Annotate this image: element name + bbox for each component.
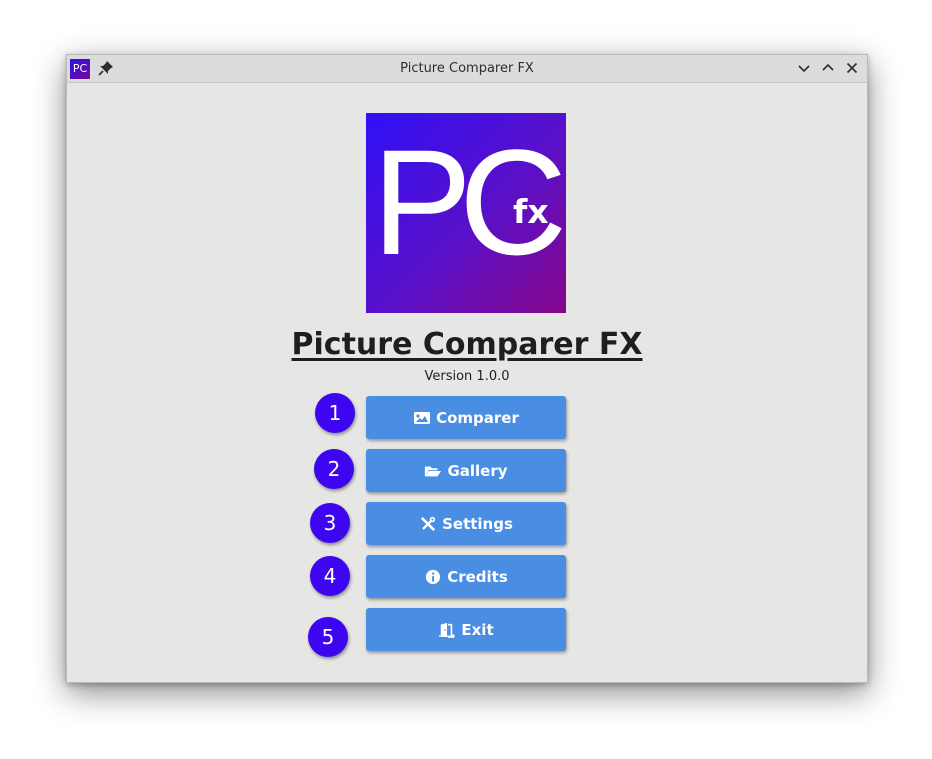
settings-button-label: Settings [442,514,513,533]
gallery-button[interactable]: Gallery [366,449,566,492]
exit-button[interactable]: Exit [366,608,566,651]
maximize-icon[interactable] [819,59,837,77]
badge-1: 1 [315,393,355,433]
title-bar[interactable]: PC Picture Comparer FX [67,55,867,83]
app-title: Picture Comparer FX [291,327,643,362]
door-exit-icon [439,622,456,638]
comparer-button-label: Comparer [436,408,519,427]
exit-button-label: Exit [461,620,494,639]
info-icon [426,569,441,584]
badge-5: 5 [308,617,348,657]
badge-2: 2 [314,449,354,489]
folder-open-icon [425,466,442,476]
window-title: Picture Comparer FX [400,61,534,76]
logo-fx: fx [513,192,549,231]
app-window: PC Picture Comparer FX P C fx Picture Co… [66,54,868,683]
credits-button[interactable]: Credits [366,555,566,598]
tools-icon [421,516,436,531]
image-icon [414,411,431,424]
minimize-icon[interactable] [795,59,813,77]
version-label: Version 1.0.0 [424,369,510,384]
credits-button-label: Credits [447,567,508,586]
app-logo: P C fx [366,113,566,313]
comparer-button[interactable]: Comparer [366,396,566,439]
badge-3: 3 [310,503,350,543]
gallery-button-label: Gallery [447,461,508,480]
logo-letter-p: P [372,118,473,286]
settings-button[interactable]: Settings [366,502,566,545]
close-icon[interactable] [843,59,861,77]
badge-4: 4 [310,556,350,596]
